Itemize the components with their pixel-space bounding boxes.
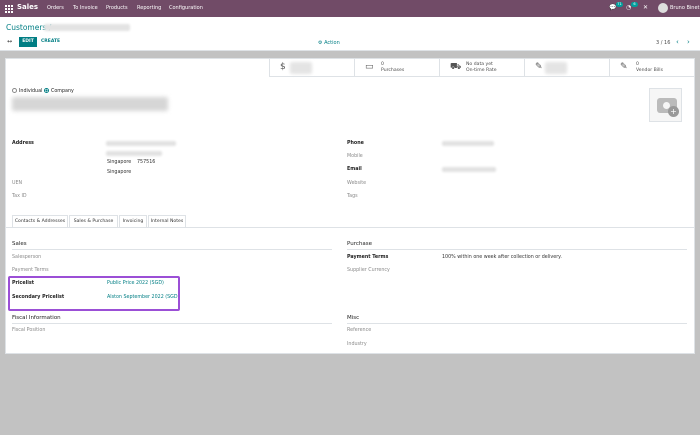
dollar-icon: $ [280,62,286,72]
address-label: Address [12,141,34,146]
create-button[interactable]: CREATE [41,39,60,44]
fiscal-section-divider [12,323,332,324]
vendor-bills-count: 0 [636,62,639,67]
mobile-label: Mobile [347,154,363,159]
prev-record-icon[interactable]: ‹ [676,38,679,46]
fiscal-section-title: Fiscal Information [12,315,61,321]
supplier-currency-label: Supplier Currency [347,268,390,273]
misc-section-divider [347,323,687,324]
street-field[interactable] [106,141,176,146]
company-name-field[interactable] [12,97,168,111]
image-upload[interactable]: + [649,88,682,122]
sales-section-title: Sales [12,241,27,247]
user-name[interactable]: Bruno Binet [670,5,700,11]
menu-products[interactable]: Products [106,5,128,11]
action-label: Action [324,40,340,46]
tabs-divider [6,227,694,228]
ontime-value: No data yet [466,62,493,67]
purchases-label: Purchases [381,68,405,73]
smart-button-vendor-bills[interactable]: ✎ 0 Vendor Bills [609,59,694,77]
taxid-label: Tax ID [12,194,27,199]
sales-value-blurred [290,62,312,74]
city-field[interactable]: Singapore [107,160,131,165]
edit-icon: ✎ [620,62,628,72]
email-field[interactable] [442,167,496,172]
chat-badge: 71 [616,2,623,7]
edit-icon: ✎ [535,62,543,72]
action-button[interactable]: ⚙ Action [318,40,340,46]
vendor-bills-label: Vendor Bills [636,68,663,73]
plus-icon: + [668,106,679,117]
next-record-icon[interactable]: › [687,38,690,46]
website-label: Website [347,181,367,186]
purchase-section-title: Purchase [347,241,372,247]
payment-terms-label: Payment Terms [12,268,49,273]
purchases-count: 0 [381,62,384,67]
radio-dot [12,88,17,93]
app-brand[interactable]: Sales [17,3,38,11]
fiscal-position-label: Fiscal Position [12,328,46,333]
card-icon: ▭ [365,62,374,72]
country-field[interactable]: Singapore [107,170,131,175]
expand-icon[interactable]: ↔ [7,38,12,45]
menu-configuration[interactable]: Configuration [169,5,203,11]
activity-badge: 6 [631,2,638,7]
reference-label: Reference [347,328,372,333]
purchase-payment-terms-field[interactable]: 100% within one week after collection or… [442,255,562,260]
smart-value-blurred [545,62,567,74]
form-sheet: $ ▭ 0 Purchases ⛟ No data yet On-time Ra… [5,58,695,354]
close-icon[interactable]: ✕ [643,4,648,11]
misc-section-title: Misc [347,315,360,321]
sales-section-divider [12,249,332,250]
salesperson-label: Salesperson [12,255,42,260]
radio-individual[interactable]: Individual [12,88,42,94]
ontime-label: On-time Rate [466,68,497,73]
smart-button-sales[interactable]: $ [269,59,354,77]
phone-label: Phone [347,141,364,146]
smart-button-purchases[interactable]: ▭ 0 Purchases [354,59,439,77]
street2-field[interactable] [106,151,162,156]
edit-button[interactable]: EDIT [19,37,37,47]
smart-button-ontime[interactable]: ⛟ No data yet On-time Rate [439,59,524,77]
pricelist-highlight-box [8,276,180,311]
top-navbar: Sales Orders To Invoice Products Reporti… [0,0,700,17]
control-panel: Customers / ↔ EDIT CREATE ⚙ Action 3 / 1… [0,17,700,51]
breadcrumb-record-name [44,24,130,31]
phone-field[interactable] [442,141,494,146]
menu-reporting[interactable]: Reporting [137,5,161,11]
truck-icon: ⛟ [450,62,462,72]
email-label: Email [347,167,362,172]
industry-label: Industry [347,342,367,347]
radio-dot-selected [44,88,49,93]
avatar[interactable] [658,3,668,13]
uen-label: UEN [12,181,23,186]
menu-to-invoice[interactable]: To Invoice [73,5,98,11]
zip-field[interactable]: 757516 [137,160,155,165]
radio-company-label: Company [51,89,74,94]
pager-value[interactable]: 3 / 16 [656,40,670,46]
purchase-payment-terms-label: Payment Terms [347,255,389,260]
tags-label: Tags [347,194,358,199]
purchase-section-divider [347,249,687,250]
apps-menu-icon[interactable] [5,5,13,13]
smart-buttons: $ ▭ 0 Purchases ⛟ No data yet On-time Ra… [269,59,695,77]
smart-button-blurred[interactable]: ✎ [524,59,609,77]
radio-company[interactable]: Company [44,88,74,94]
radio-individual-label: Individual [19,89,43,94]
menu-orders[interactable]: Orders [47,5,64,11]
